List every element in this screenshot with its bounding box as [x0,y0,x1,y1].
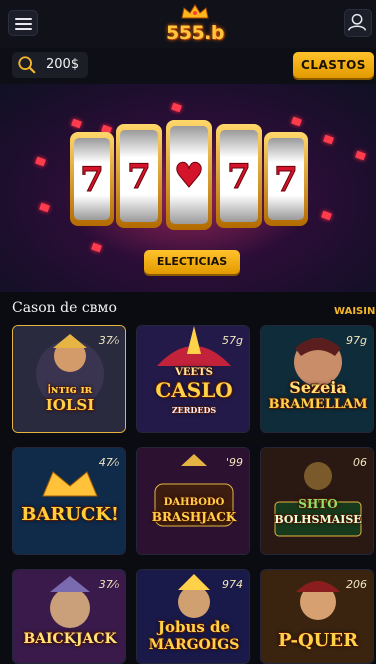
gem-decoration [35,156,46,167]
logo[interactable]: 555.b [160,4,230,46]
payout-percent: 206 [346,578,367,591]
game-title: CASLO [155,378,233,402]
game-title: DAHBODO [163,497,225,508]
game-title: BARUCK! [21,504,119,525]
reel-symbol: ♥ [174,156,204,196]
game-tile[interactable]: 37⁄₀ BAICKJACK [12,569,126,664]
logo-text: 555.b [166,22,224,44]
reel-symbol: 7 [80,160,104,200]
game-tile[interactable]: '99 DAHBODO BRASHJACK [136,447,250,555]
game-tile[interactable]: 57g VEETS CASLO ZERDEDS [136,325,250,433]
game-title: P-QUER [277,630,359,651]
game-title: VEETS [175,367,213,378]
payout-percent: 06 [353,456,367,469]
menu-button[interactable] [8,10,38,36]
hero-banner[interactable]: 7 7 ♥ 7 7 ELECTICIAS [0,84,376,292]
gem-decoration [355,150,366,161]
payout-percent: 57g [222,334,243,347]
reel-symbol: 7 [274,160,298,200]
game-title: BOLHSMAISE [274,513,362,526]
payout-percent: 37⁄₀ [98,334,119,347]
payout-percent: 37⁄₀ [98,578,119,591]
game-tile[interactable]: 06 SHTO BOLHSMAISE [260,447,374,555]
section-title: Cason de cвмo [12,300,117,316]
game-tile[interactable]: 47⁄₀ BARUCK! [12,447,126,555]
payout-percent: '99 [225,456,243,469]
gem-decoration [321,210,332,221]
game-tile[interactable]: 97g Sezeia BRAMELLAM [260,325,374,433]
payout-percent: 97g [346,334,367,347]
balance-amount: 200$ [46,57,80,72]
payout-percent: 974 [222,578,243,591]
gem-decoration [39,202,50,213]
claim-button[interactable]: CLASTOS [293,52,374,78]
game-title: BRAMELLAM [268,397,368,412]
reel-symbol: 7 [227,157,251,197]
user-button[interactable] [344,9,372,37]
gem-decoration [323,134,334,145]
balance-field[interactable]: 200$ [12,52,88,78]
game-title: Jobus de [157,618,231,636]
user-icon [347,13,367,31]
top-bar: 555.b [0,0,376,48]
game-tile[interactable]: 206 P-QUER [260,569,374,664]
menu-icon-line [15,18,32,20]
payout-percent: 47⁄₀ [98,456,119,469]
balance-row: 200$ CLASTOS [0,48,376,84]
game-title: IOLSI [45,396,95,414]
game-title: Sezeia [289,378,347,397]
slot-machine-illustration: 7 7 ♥ 7 7 [70,120,308,230]
crown-icon [181,4,209,19]
menu-icon-line [15,28,32,30]
game-title: BRASHJACK [151,510,237,524]
game-title: BAICKJACK [23,631,117,647]
gem-decoration [171,102,182,113]
see-all-link[interactable]: WAISIN [334,306,375,317]
menu-icon-line [15,23,32,25]
game-title: SHTO [298,497,338,511]
game-tile[interactable]: 974 Jobus de MARGOIGS [136,569,250,664]
search-icon [18,56,36,74]
game-title: ZERDEDS [171,405,217,415]
reel-symbol: 7 [127,157,151,197]
game-title: 𝗂ɴᴛɪɢ ɪʀ [47,383,93,396]
hero-button[interactable]: ELECTICIAS [144,250,240,274]
game-title: MARGOIGS [148,637,240,653]
game-tile[interactable]: 37⁄₀ 𝗂ɴᴛɪɢ ɪʀ IOLSI [12,325,126,433]
